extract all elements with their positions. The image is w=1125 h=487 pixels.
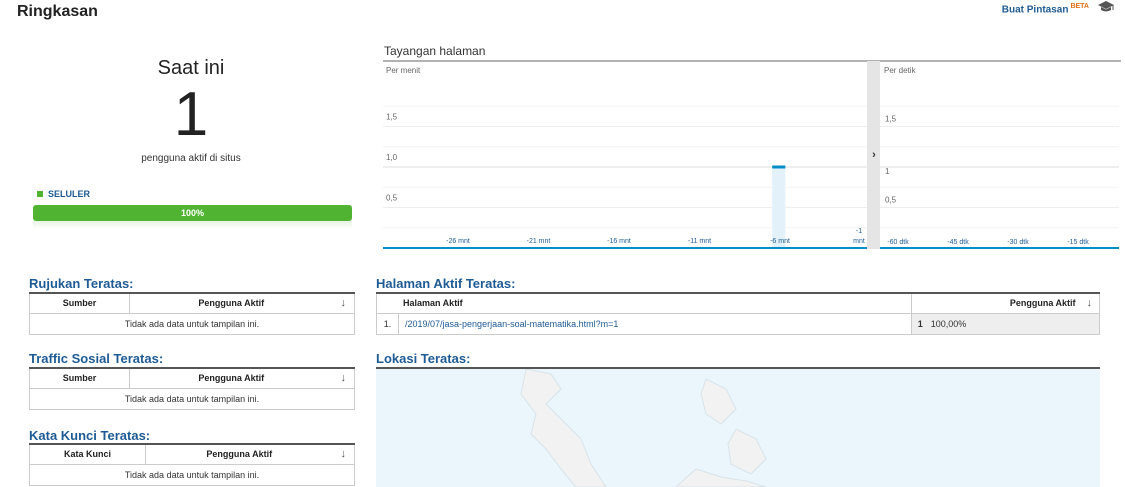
row-index: 1. xyxy=(376,312,399,335)
col-source[interactable]: Sumber xyxy=(29,294,130,314)
per-minute-label: Per menit xyxy=(386,66,421,75)
create-shortcut-link[interactable]: Buat Pintasan BETA xyxy=(1002,3,1089,15)
x-tick-label: -15 dtk xyxy=(1067,239,1089,246)
empty-message: Tidak ada data untuk tampilan ini. xyxy=(29,387,355,410)
col-active-users[interactable]: Pengguna Aktif xyxy=(129,294,333,314)
active-pages-table: Halaman Aktif Pengguna Aktif ↓ 1. /2019/… xyxy=(375,294,1100,335)
sort-down-arrow-icon[interactable]: ↓ xyxy=(332,445,355,465)
x-tick-label: -26 mnt xyxy=(446,238,470,245)
top-referrals-title: Rujukan Teratas: xyxy=(29,276,134,291)
table-row: 1. /2019/07/jasa-pengerjaan-soal-matemat… xyxy=(376,312,1100,335)
realtime-overview: Ringkasan Buat Pintasan BETA Saat ini 1 p… xyxy=(0,0,1125,487)
graduation-cap-icon[interactable] xyxy=(1097,0,1115,14)
x-tick-label: -45 dtk xyxy=(947,239,969,246)
x-tick-label: -21 mnt xyxy=(527,238,551,245)
bar-fill[interactable] xyxy=(772,167,786,248)
x-tick-label: -60 dtk xyxy=(887,239,909,246)
device-bar-reflection xyxy=(33,221,352,229)
x-tick-label: -30 dtk xyxy=(1007,239,1029,246)
x-tick-label: -11 mnt xyxy=(688,238,711,245)
top-social-title: Traffic Sosial Teratas: xyxy=(29,351,164,366)
col-source[interactable]: Sumber xyxy=(29,369,130,389)
y-tick-label: 0,5 xyxy=(386,194,398,203)
referrals-table: Sumber Pengguna Aktif ↓ Tidak ada data u… xyxy=(29,294,355,335)
empty-message: Tidak ada data untuk tampilan ini. xyxy=(29,312,355,335)
minute-bars xyxy=(772,165,786,248)
col-active-users[interactable]: Pengguna Aktif xyxy=(129,369,333,389)
active-users-count: 1 xyxy=(173,80,209,149)
x-tick-label: -6 mnt xyxy=(770,238,790,245)
locations-map[interactable] xyxy=(376,369,1100,487)
expand-chevron-icon[interactable]: › xyxy=(872,149,876,161)
chart-title: Tayangan halaman xyxy=(384,44,486,58)
mobile-legend-label: SELULER xyxy=(48,189,91,199)
y-tick-label: 1 xyxy=(885,167,890,176)
y-tick-label: 0,5 xyxy=(885,196,897,205)
minute-x-ticks: -26 mnt -21 mnt -16 mnt -11 mnt -6 mnt -1 mnt xyxy=(446,228,865,245)
keywords-table: Kata Kunci Pengguna Aktif ↓ Tidak ada da… xyxy=(29,445,355,486)
empty-message: Tidak ada data untuk tampilan ini. xyxy=(29,463,355,486)
sort-down-arrow-icon[interactable]: ↓ xyxy=(332,294,355,314)
mobile-legend-swatch xyxy=(37,191,43,197)
pageviews-chart: › Per menit Per detik 1,51,00,5 1,510,5 … xyxy=(383,60,1121,249)
sort-down-arrow-icon[interactable]: ↓ xyxy=(1079,294,1100,314)
y-tick-label: 1,0 xyxy=(386,153,398,162)
col-active-users[interactable]: Pengguna Aktif xyxy=(145,445,333,465)
map-landmass xyxy=(520,369,767,487)
beta-badge: BETA xyxy=(1070,3,1089,10)
row-percent: 100,00% xyxy=(925,312,1100,335)
sort-down-arrow-icon[interactable]: ↓ xyxy=(332,369,355,389)
device-share-bar: 100% xyxy=(33,205,352,221)
col-active-users[interactable]: Pengguna Aktif xyxy=(911,294,1080,314)
col-active-page[interactable]: Halaman Aktif xyxy=(375,294,913,314)
x-tick-label: -16 mnt xyxy=(607,238,631,245)
second-x-ticks: -60 dtk -45 dtk -30 dtk -15 dtk xyxy=(887,239,1089,246)
y-tick-label: 1,5 xyxy=(386,113,398,122)
realtime-title: Saat ini xyxy=(157,57,225,79)
y-tick-label: 1,5 xyxy=(885,115,897,124)
device-legend: SELULER xyxy=(37,189,90,199)
row-count: 1 xyxy=(911,312,926,335)
top-locations-title: Lokasi Teratas: xyxy=(376,351,471,366)
per-second-label: Per detik xyxy=(884,66,917,75)
top-active-pages-title: Halaman Aktif Teratas: xyxy=(376,276,516,291)
page-title: Ringkasan xyxy=(17,3,98,20)
create-shortcut-label[interactable]: Buat Pintasan xyxy=(1002,4,1069,15)
x-tick-label: -1 xyxy=(856,228,862,235)
x-tick-label: mnt xyxy=(853,238,865,245)
social-table: Sumber Pengguna Aktif ↓ Tidak ada data u… xyxy=(29,369,355,410)
second-grid: 1,5 1 0,5 xyxy=(880,105,1119,229)
col-keyword[interactable]: Kata Kunci xyxy=(29,445,146,465)
page-url-link[interactable]: /2019/07/jasa-pengerjaan-soal-matematika… xyxy=(397,312,913,335)
active-users-subtitle: pengguna aktif di situs xyxy=(141,153,241,164)
top-keywords-title: Kata Kunci Teratas: xyxy=(29,428,151,443)
minute-grid: 1,5 1,0 0,5 xyxy=(383,105,867,229)
